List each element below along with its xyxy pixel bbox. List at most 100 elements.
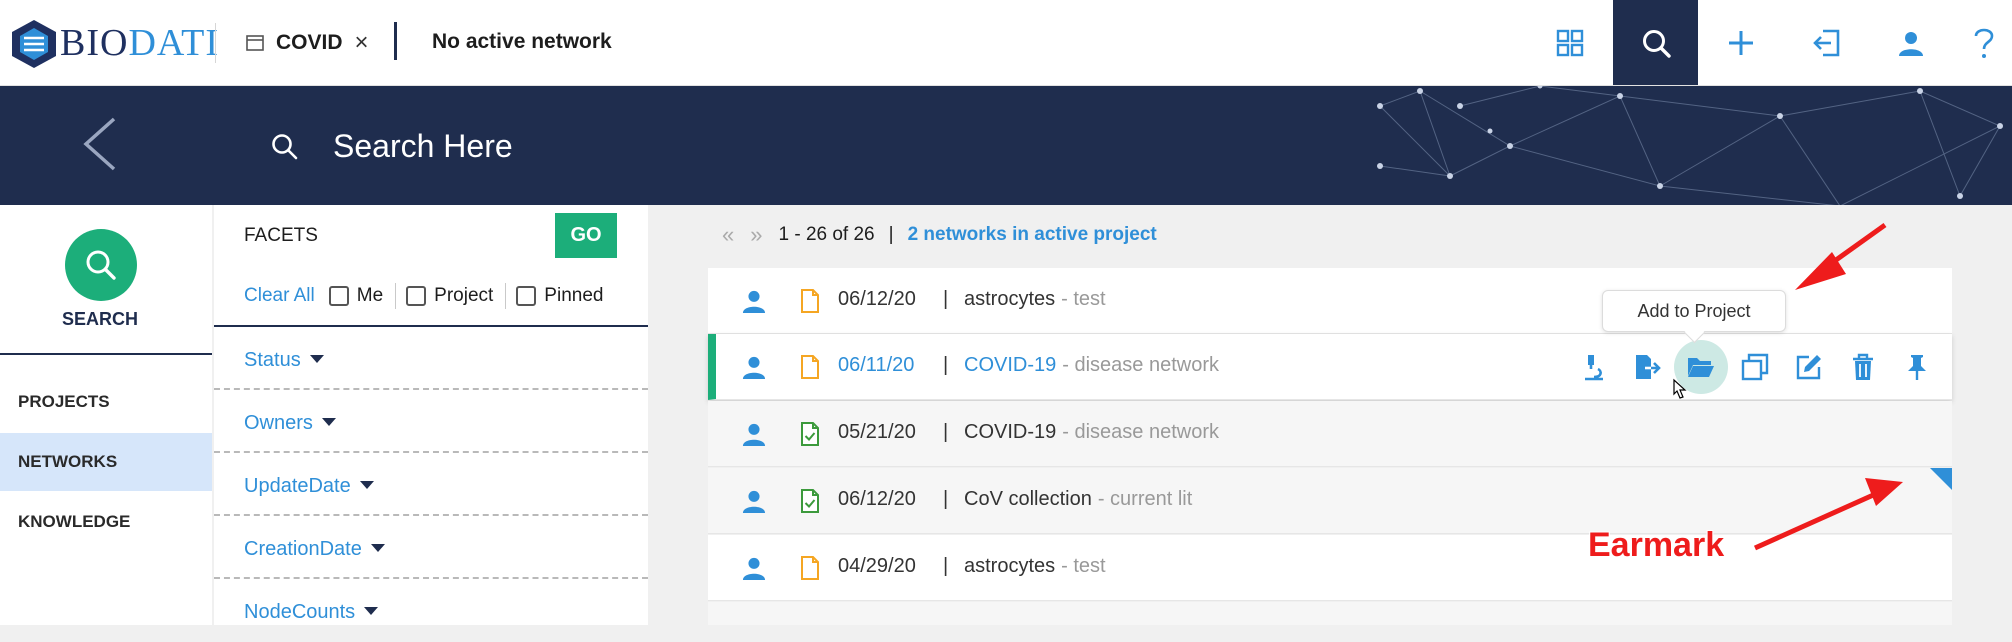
pin-icon[interactable] <box>1890 340 1944 394</box>
caret-down-icon <box>309 354 324 363</box>
results-range: 1 - 26 of 26 <box>778 224 875 245</box>
user-icon <box>1898 31 1923 56</box>
help-button[interactable] <box>1955 0 2012 85</box>
search-icon <box>86 250 116 280</box>
facet-label: NodeCounts <box>244 601 356 623</box>
trash-icon[interactable] <box>1836 340 1890 394</box>
facet-owners[interactable]: Owners <box>214 390 648 453</box>
row-name[interactable]: CoV collection <box>964 488 1092 511</box>
edit-icon[interactable] <box>1782 340 1836 394</box>
network-row[interactable]: 04/29/20 | astrocytes - test <box>708 535 1952 601</box>
help-icon <box>1974 28 1993 58</box>
facet-label: Owners <box>244 412 313 434</box>
divider <box>394 22 397 60</box>
me-checkbox[interactable] <box>328 286 349 306</box>
row-date[interactable]: 06/11/20 <box>838 354 914 377</box>
nav-item-networks[interactable]: NETWORKS <box>0 433 212 491</box>
next-page-icon[interactable]: » <box>750 222 762 248</box>
facet-label: Status <box>244 349 301 371</box>
divider <box>215 23 216 63</box>
export-icon[interactable] <box>1620 340 1674 394</box>
facet-status[interactable]: Status <box>214 327 648 390</box>
row-description: - disease network <box>1062 421 1219 443</box>
row-description: - disease network <box>1062 354 1219 376</box>
facet-label: CreationDate <box>244 538 362 560</box>
add-to-project-button[interactable] <box>1674 340 1728 394</box>
window-icon <box>246 35 264 51</box>
logo-text: BIODATI <box>60 22 219 64</box>
me-checkbox-label: Me <box>356 285 384 306</box>
network-background-graphic <box>1377 86 2003 205</box>
divider <box>0 353 212 355</box>
chevron-left-icon <box>83 117 116 171</box>
active-project-count-link[interactable]: 2 networks in active project <box>908 224 1157 246</box>
left-navigation: SEARCH PROJECTS NETWORKS KNOWLEDGE <box>0 205 212 625</box>
row-name[interactable]: COVID-19 <box>964 421 1056 444</box>
facet-nodecounts[interactable]: NodeCounts <box>214 579 648 642</box>
row-name[interactable]: astrocytes <box>964 288 1055 311</box>
network-row-partial[interactable] <box>708 602 1952 625</box>
import-icon <box>1812 29 1839 56</box>
clear-all-link[interactable]: Clear All <box>244 285 315 307</box>
row-separator: | <box>943 421 949 443</box>
row-date: 05/21/20 <box>838 421 916 443</box>
biodati-logo[interactable]: BIODATI <box>10 16 219 70</box>
facet-updatedate[interactable]: UpdateDate <box>214 453 648 516</box>
pinned-checkbox[interactable] <box>516 286 537 306</box>
network-row[interactable]: 06/12/20 | CoV collection - current lit <box>708 468 1952 534</box>
grid-icon <box>1556 29 1583 56</box>
search-icon <box>1642 29 1671 58</box>
nav-item-projects[interactable]: PROJECTS <box>0 373 212 431</box>
facets-panel: FACETS GO Clear All Me Project Pinned St… <box>214 205 648 625</box>
doc-check-icon <box>801 488 819 513</box>
project-checkbox[interactable] <box>406 286 427 306</box>
caret-down-icon <box>359 480 374 489</box>
facet-label: UpdateDate <box>244 475 351 497</box>
row-date: 06/12/20 <box>838 488 916 510</box>
active-project-tab[interactable]: COVID × <box>246 28 369 58</box>
row-separator: | <box>943 354 949 376</box>
row-description: - current lit <box>1097 488 1193 510</box>
row-name[interactable]: COVID-19 <box>964 354 1056 377</box>
go-button[interactable]: GO <box>555 213 617 258</box>
project-name: COVID <box>276 31 343 54</box>
plus-icon <box>1728 30 1753 55</box>
apps-grid-button[interactable] <box>1527 0 1612 85</box>
facets-title: FACETS <box>244 225 318 246</box>
search-input[interactable]: Search Here <box>333 128 513 165</box>
doc-icon <box>801 555 819 580</box>
microscope-icon[interactable] <box>1566 340 1620 394</box>
network-row-hovered[interactable]: 06/11/20 | COVID-19 - disease network <box>708 334 1952 400</box>
facet-creationdate[interactable]: CreationDate <box>214 516 648 579</box>
pager-separator: | <box>888 224 894 245</box>
search-nav-button[interactable] <box>1613 0 1698 85</box>
pinned-checkbox-label: Pinned <box>544 285 604 306</box>
search-mode-label: SEARCH <box>61 309 138 329</box>
user-profile-button[interactable] <box>1868 0 1953 85</box>
row-separator: | <box>943 288 949 310</box>
search-mode-button[interactable] <box>65 229 137 301</box>
folder-open-icon <box>1688 358 1714 377</box>
close-project-icon[interactable]: × <box>355 31 369 55</box>
results-pager: « » 1 - 26 of 26 | 2 networks in active … <box>722 222 1157 248</box>
user-icon <box>742 355 766 379</box>
first-page-icon[interactable]: « <box>722 222 734 248</box>
copy-icon[interactable] <box>1728 340 1782 394</box>
row-actions <box>1566 334 1944 400</box>
active-network-label: No active network <box>432 30 612 53</box>
nav-item-knowledge[interactable]: KNOWLEDGE <box>0 493 212 551</box>
quick-filters: Clear All Me Project Pinned <box>244 283 603 309</box>
network-row[interactable]: 05/21/20 | COVID-19 - disease network <box>708 401 1952 467</box>
user-icon <box>742 289 766 313</box>
top-bar: BIODATI COVID × No active network <box>0 0 2012 86</box>
project-checkbox-label: Project <box>434 285 494 306</box>
import-button[interactable] <box>1783 0 1868 85</box>
add-to-project-tooltip: Add to Project <box>1602 290 1786 332</box>
caret-down-icon <box>321 417 336 426</box>
back-button[interactable] <box>80 116 120 172</box>
add-button[interactable] <box>1698 0 1783 85</box>
earmark-annotation-label: Earmark <box>1588 526 1725 564</box>
doc-icon <box>801 288 819 313</box>
earmark-corner-icon[interactable] <box>1930 468 1952 490</box>
row-name[interactable]: astrocytes <box>964 555 1055 578</box>
